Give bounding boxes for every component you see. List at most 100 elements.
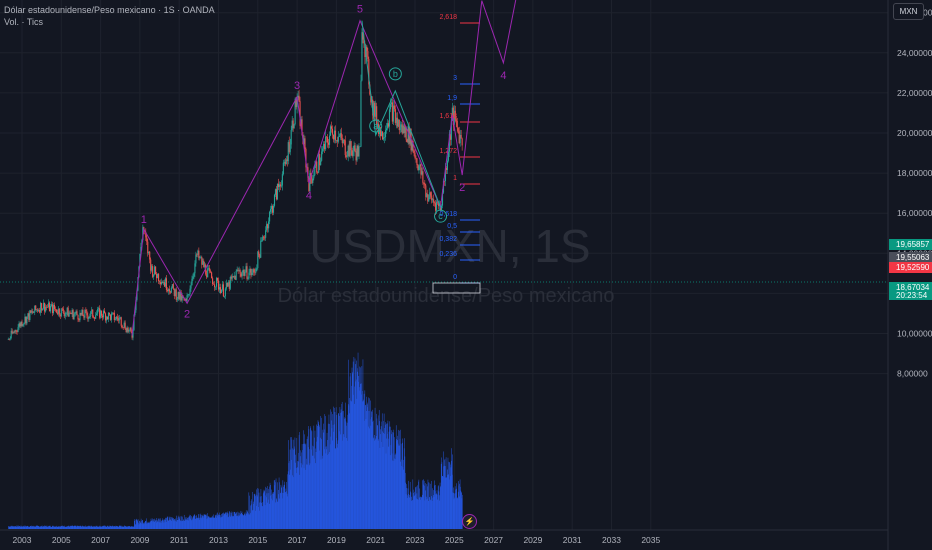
candle-body [110, 313, 112, 320]
candle-body [124, 322, 126, 330]
candle-body [107, 312, 110, 320]
fib-retracement-label: 0,5 [447, 223, 457, 230]
candle-body [217, 280, 220, 290]
candle-body [105, 316, 108, 321]
candle-body [19, 323, 21, 327]
candle-body [66, 307, 68, 313]
candle-body [28, 313, 30, 321]
lightning-icon[interactable]: ⚡ [462, 514, 477, 529]
candle-body [102, 315, 104, 318]
candle-body [344, 140, 346, 156]
candle-body [91, 309, 93, 312]
candle-body [46, 306, 49, 308]
candle-body [20, 321, 22, 327]
candle-body [50, 304, 53, 306]
candle-body [279, 184, 281, 187]
y-tick-label: 20,00000 [897, 128, 932, 138]
candle-body [292, 120, 294, 129]
candle-body [389, 104, 391, 110]
price-chart[interactable]: USDMXN, 1S Dólar estadounidense/Peso mex… [0, 0, 932, 550]
candle-body [423, 182, 425, 185]
candle-body [347, 145, 349, 157]
candle-body [393, 105, 395, 110]
x-tick-label: 2025 [445, 535, 464, 545]
candle-body [241, 272, 243, 277]
candle-body [403, 125, 405, 134]
candle-body [24, 316, 26, 323]
candle-body [381, 131, 383, 137]
candle-body [31, 311, 33, 313]
candle-body [346, 156, 348, 157]
candle-body [398, 119, 400, 131]
candle-body [82, 309, 84, 317]
candle-body [85, 310, 87, 311]
candle-body [259, 254, 261, 258]
candle-body [419, 164, 421, 167]
candle-body [312, 178, 314, 183]
candle-body [401, 124, 403, 134]
x-tick-label: 2017 [288, 535, 307, 545]
candle-body [126, 327, 128, 333]
candle-body [149, 251, 151, 260]
candle-body [223, 296, 225, 297]
candle-body [382, 131, 384, 140]
candle-body [38, 309, 40, 312]
candle-body [298, 95, 300, 102]
candle-body [18, 323, 20, 328]
currency-button[interactable]: MXN [893, 3, 924, 20]
candle-body [383, 137, 385, 140]
candle-body [387, 123, 390, 127]
candle-body [250, 268, 252, 276]
candle-body [428, 197, 430, 202]
candle-body [46, 306, 48, 308]
candle-body [170, 287, 172, 293]
candle-body [265, 230, 267, 238]
candle-body [45, 306, 47, 312]
price-label-countdown: 20:23:54 [896, 291, 928, 300]
candle-body [328, 135, 331, 145]
candle-body [415, 157, 417, 159]
candle-body [35, 305, 37, 310]
candle-body [367, 50, 369, 60]
candle-body [93, 316, 95, 318]
candle-body [252, 269, 254, 273]
candle-body [202, 260, 204, 265]
x-tick-label: 2023 [406, 535, 425, 545]
candle-body [271, 206, 273, 209]
candle-body [291, 120, 293, 131]
candle-body [39, 309, 41, 313]
candle-body [96, 313, 98, 316]
candle-body [83, 316, 85, 318]
candle-body [74, 313, 76, 315]
candle-body [392, 105, 394, 122]
candle-body [417, 165, 419, 171]
candle-body [275, 189, 278, 200]
candle-body [234, 275, 236, 280]
candle-body [360, 80, 362, 147]
x-tick-label: 2021 [366, 535, 385, 545]
candle-body [151, 266, 153, 271]
candle-body [321, 151, 323, 161]
candle-body [172, 284, 174, 289]
x-tick-label: 2015 [248, 535, 267, 545]
candle-body [214, 284, 216, 288]
candle-body [286, 159, 288, 162]
candle-body [109, 314, 111, 320]
candle-body [47, 302, 50, 308]
candle-body [350, 141, 352, 151]
candle-body [208, 268, 210, 269]
candle-body [113, 312, 115, 321]
correction-wave-label: c [438, 211, 443, 221]
volume-histogram [8, 352, 463, 529]
candle-body [424, 184, 426, 186]
candle-body [54, 308, 56, 310]
candle-body [287, 142, 289, 162]
candle-body [460, 134, 462, 139]
candle-body [69, 312, 71, 314]
candle-body [440, 205, 443, 211]
candle-body [192, 276, 194, 279]
candle-body [386, 123, 389, 129]
candle-body [48, 302, 51, 312]
candle-body [404, 127, 406, 134]
candle-body [100, 310, 102, 318]
